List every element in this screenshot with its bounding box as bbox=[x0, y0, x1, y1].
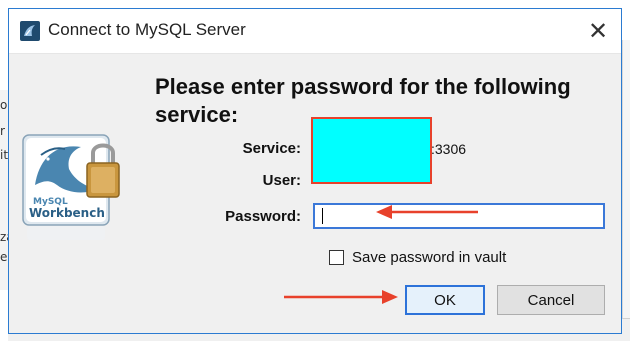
text-caret bbox=[322, 208, 323, 224]
close-icon: ✕ bbox=[587, 17, 609, 45]
workbench-app-icon bbox=[20, 21, 40, 41]
save-in-vault-option[interactable]: Save password in vault bbox=[329, 249, 506, 266]
title-bar: Connect to MySQL Server ✕ bbox=[9, 9, 621, 54]
redaction-box bbox=[311, 117, 432, 184]
ok-button[interactable]: OK bbox=[405, 285, 485, 315]
background-window-fragment bbox=[622, 40, 630, 340]
service-label: Service: bbox=[242, 140, 301, 157]
password-label: Password: bbox=[225, 208, 301, 225]
password-input[interactable] bbox=[313, 203, 605, 229]
close-button[interactable]: ✕ bbox=[575, 9, 621, 53]
connect-dialog: Connect to MySQL Server ✕ MySQL Workbenc… bbox=[8, 8, 622, 334]
background-text: e bbox=[0, 250, 8, 264]
save-in-vault-label: Save password in vault bbox=[352, 249, 507, 266]
window-title: Connect to MySQL Server bbox=[48, 20, 246, 39]
logo-brand: Workbench bbox=[29, 206, 105, 220]
background-text: r bbox=[0, 124, 5, 138]
save-in-vault-checkbox[interactable] bbox=[329, 250, 344, 265]
background-text: o bbox=[0, 98, 8, 112]
service-port: :3306 bbox=[431, 141, 467, 157]
user-label: User: bbox=[262, 172, 301, 189]
cancel-button[interactable]: Cancel bbox=[497, 285, 605, 315]
background-text: it bbox=[0, 148, 9, 162]
workbench-lock-logo: MySQL Workbench bbox=[22, 134, 120, 240]
